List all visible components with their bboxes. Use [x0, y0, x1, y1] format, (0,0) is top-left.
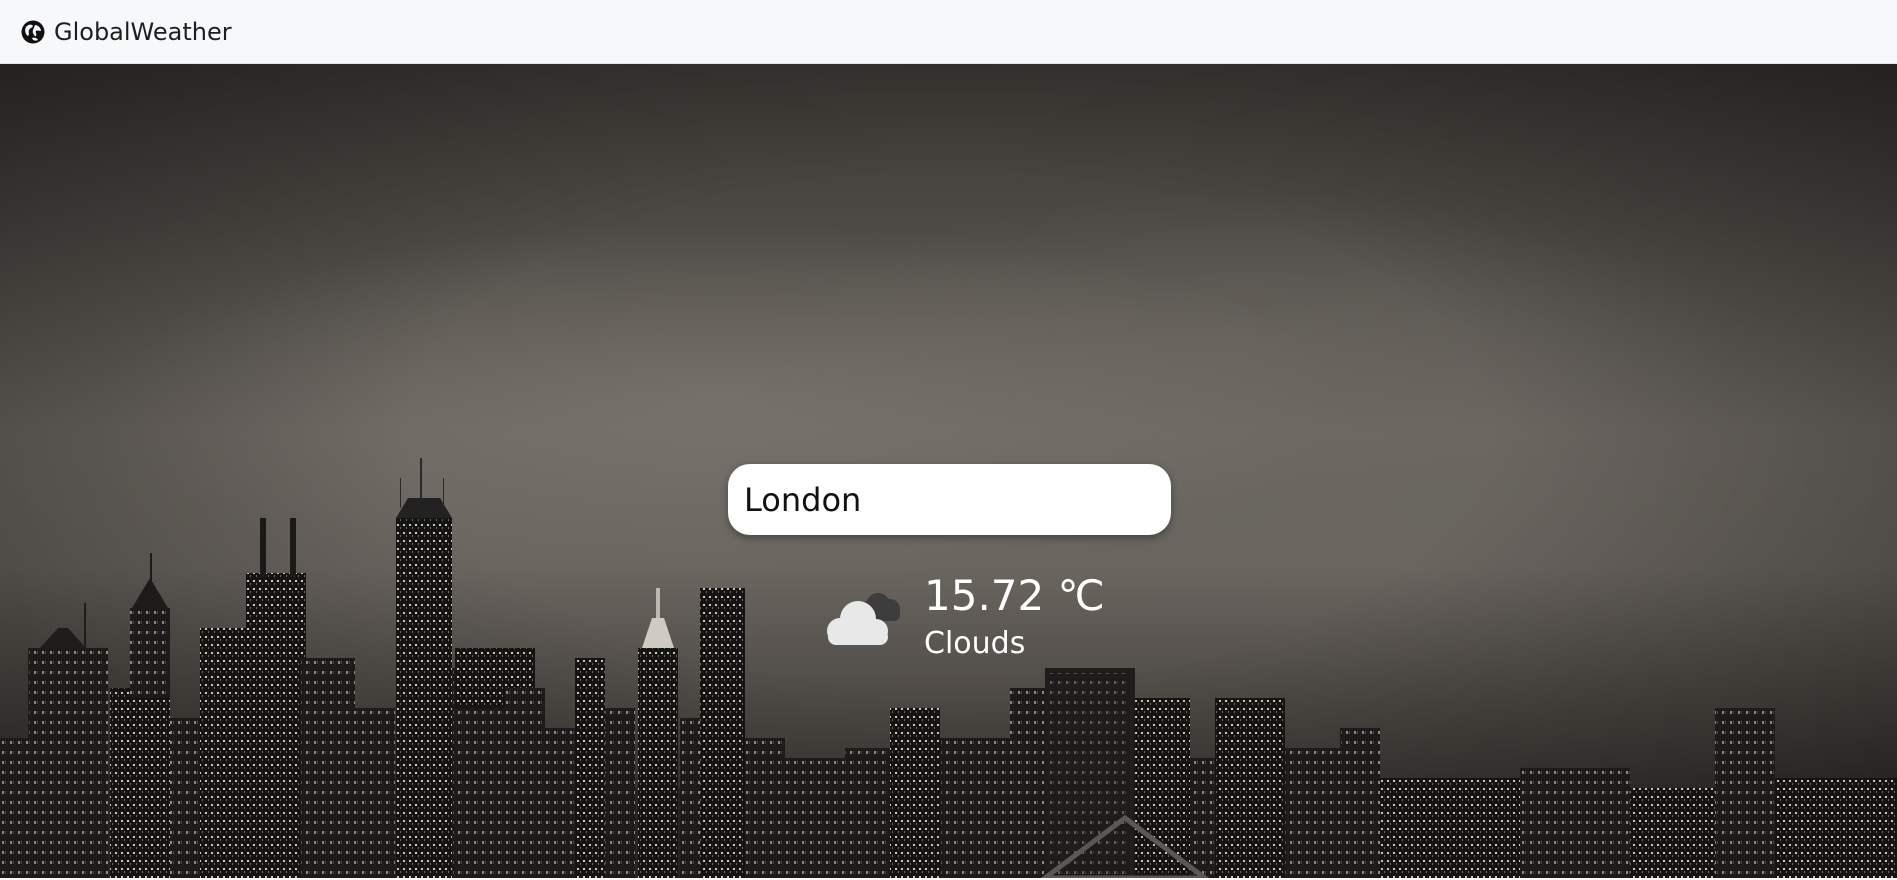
- globe-icon: [20, 19, 46, 45]
- cloud-icon: [818, 569, 910, 665]
- city-search-input[interactable]: [742, 479, 1157, 520]
- city-search-box[interactable]: [728, 464, 1171, 535]
- brand-name: GlobalWeather: [54, 17, 232, 46]
- weather-text: 15.72 ℃ Clouds: [924, 570, 1105, 664]
- brand-link[interactable]: GlobalWeather: [20, 18, 232, 46]
- hero-background: 15.72 ℃ Clouds: [0, 64, 1897, 878]
- weather-condition: Clouds: [924, 626, 1026, 661]
- top-navbar: GlobalWeather: [0, 0, 1897, 64]
- temperature-value: 15.72 ℃: [924, 571, 1105, 620]
- weather-result: 15.72 ℃ Clouds: [818, 569, 1105, 665]
